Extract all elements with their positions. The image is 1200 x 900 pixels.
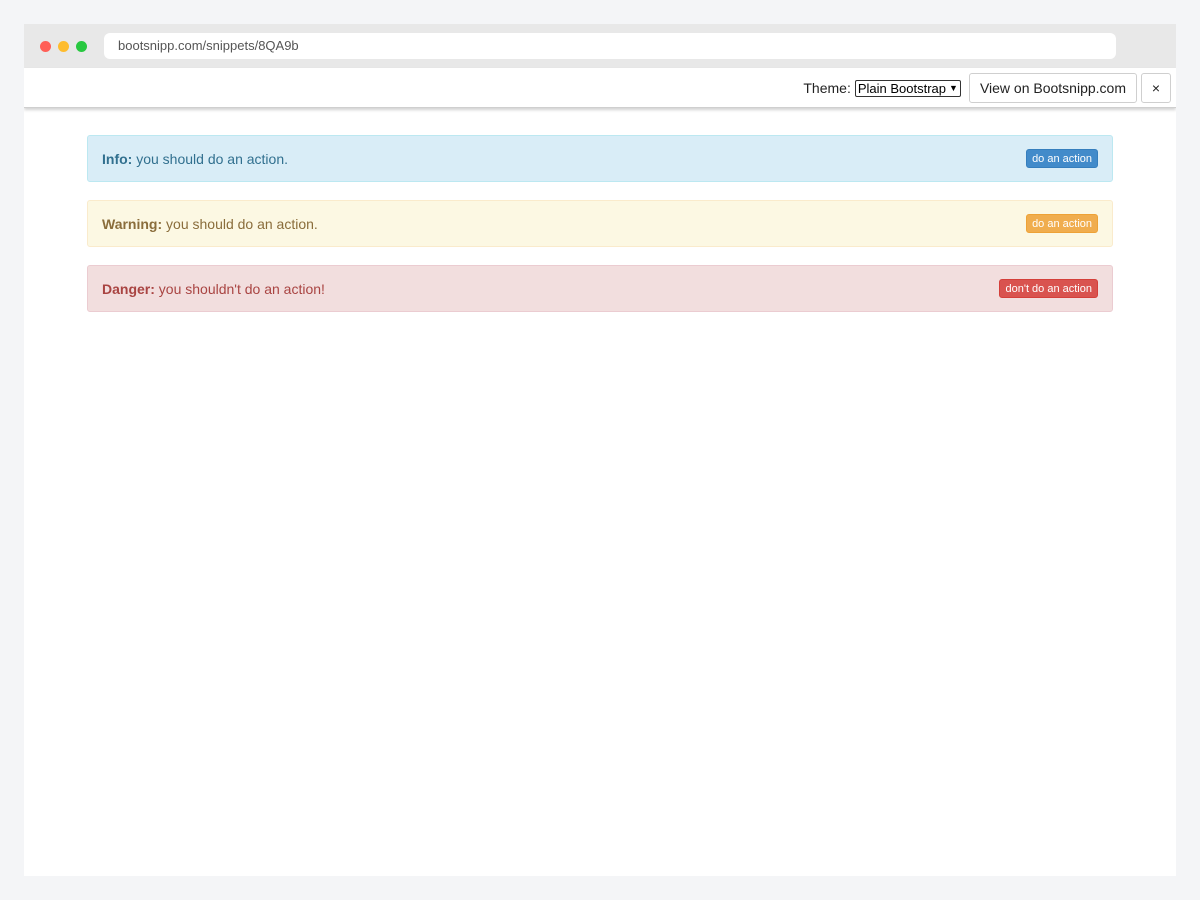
window-maximize-dot[interactable] [76,41,87,52]
browser-window: bootsnipp.com/snippets/8QA9b Theme: Plai… [24,24,1176,876]
toolbar-controls: Theme: Plain Bootstrap ▼ View on Bootsni… [803,73,1171,103]
close-button[interactable]: × [1141,73,1171,103]
do-action-button-info[interactable]: do an action [1026,149,1098,168]
alert-danger-text: Danger: you shouldn't do an action! [102,281,325,297]
alert-info: Info: you should do an action. do an act… [87,135,1113,182]
alert-danger-title: Danger: [102,280,159,297]
alert-info-text: Info: you should do an action. [102,151,288,167]
browser-chrome: bootsnipp.com/snippets/8QA9b [24,24,1176,68]
alert-danger-message: you shouldn't do an action! [158,280,325,297]
dont-do-action-button-danger[interactable]: don't do an action [999,279,1098,298]
do-action-button-warning[interactable]: do an action [1026,214,1098,233]
alert-warning-message: you should do an action. [166,215,318,232]
snippet-content: Info: you should do an action. do an act… [24,108,1176,312]
theme-select[interactable]: Plain Bootstrap ▼ [854,79,961,97]
theme-label: Theme: [803,80,851,96]
alert-warning: Warning: you should do an action. do an … [87,200,1113,247]
window-close-dot[interactable] [40,41,51,52]
alert-info-title: Info: [102,150,137,167]
chevron-down-icon: ▼ [949,83,958,93]
view-on-bootsnipp-button[interactable]: View on Bootsnipp.com [968,73,1137,103]
address-bar[interactable]: bootsnipp.com/snippets/8QA9b [104,33,1116,59]
window-minimize-dot[interactable] [58,41,69,52]
alert-info-message: you should do an action. [136,150,288,167]
alert-warning-title: Warning: [102,215,167,232]
alert-warning-text: Warning: you should do an action. [102,216,318,232]
theme-select-value: Plain Bootstrap [857,80,947,96]
snippet-toolbar: Theme: Plain Bootstrap ▼ View on Bootsni… [24,68,1176,108]
alert-danger: Danger: you shouldn't do an action! don'… [87,265,1113,312]
